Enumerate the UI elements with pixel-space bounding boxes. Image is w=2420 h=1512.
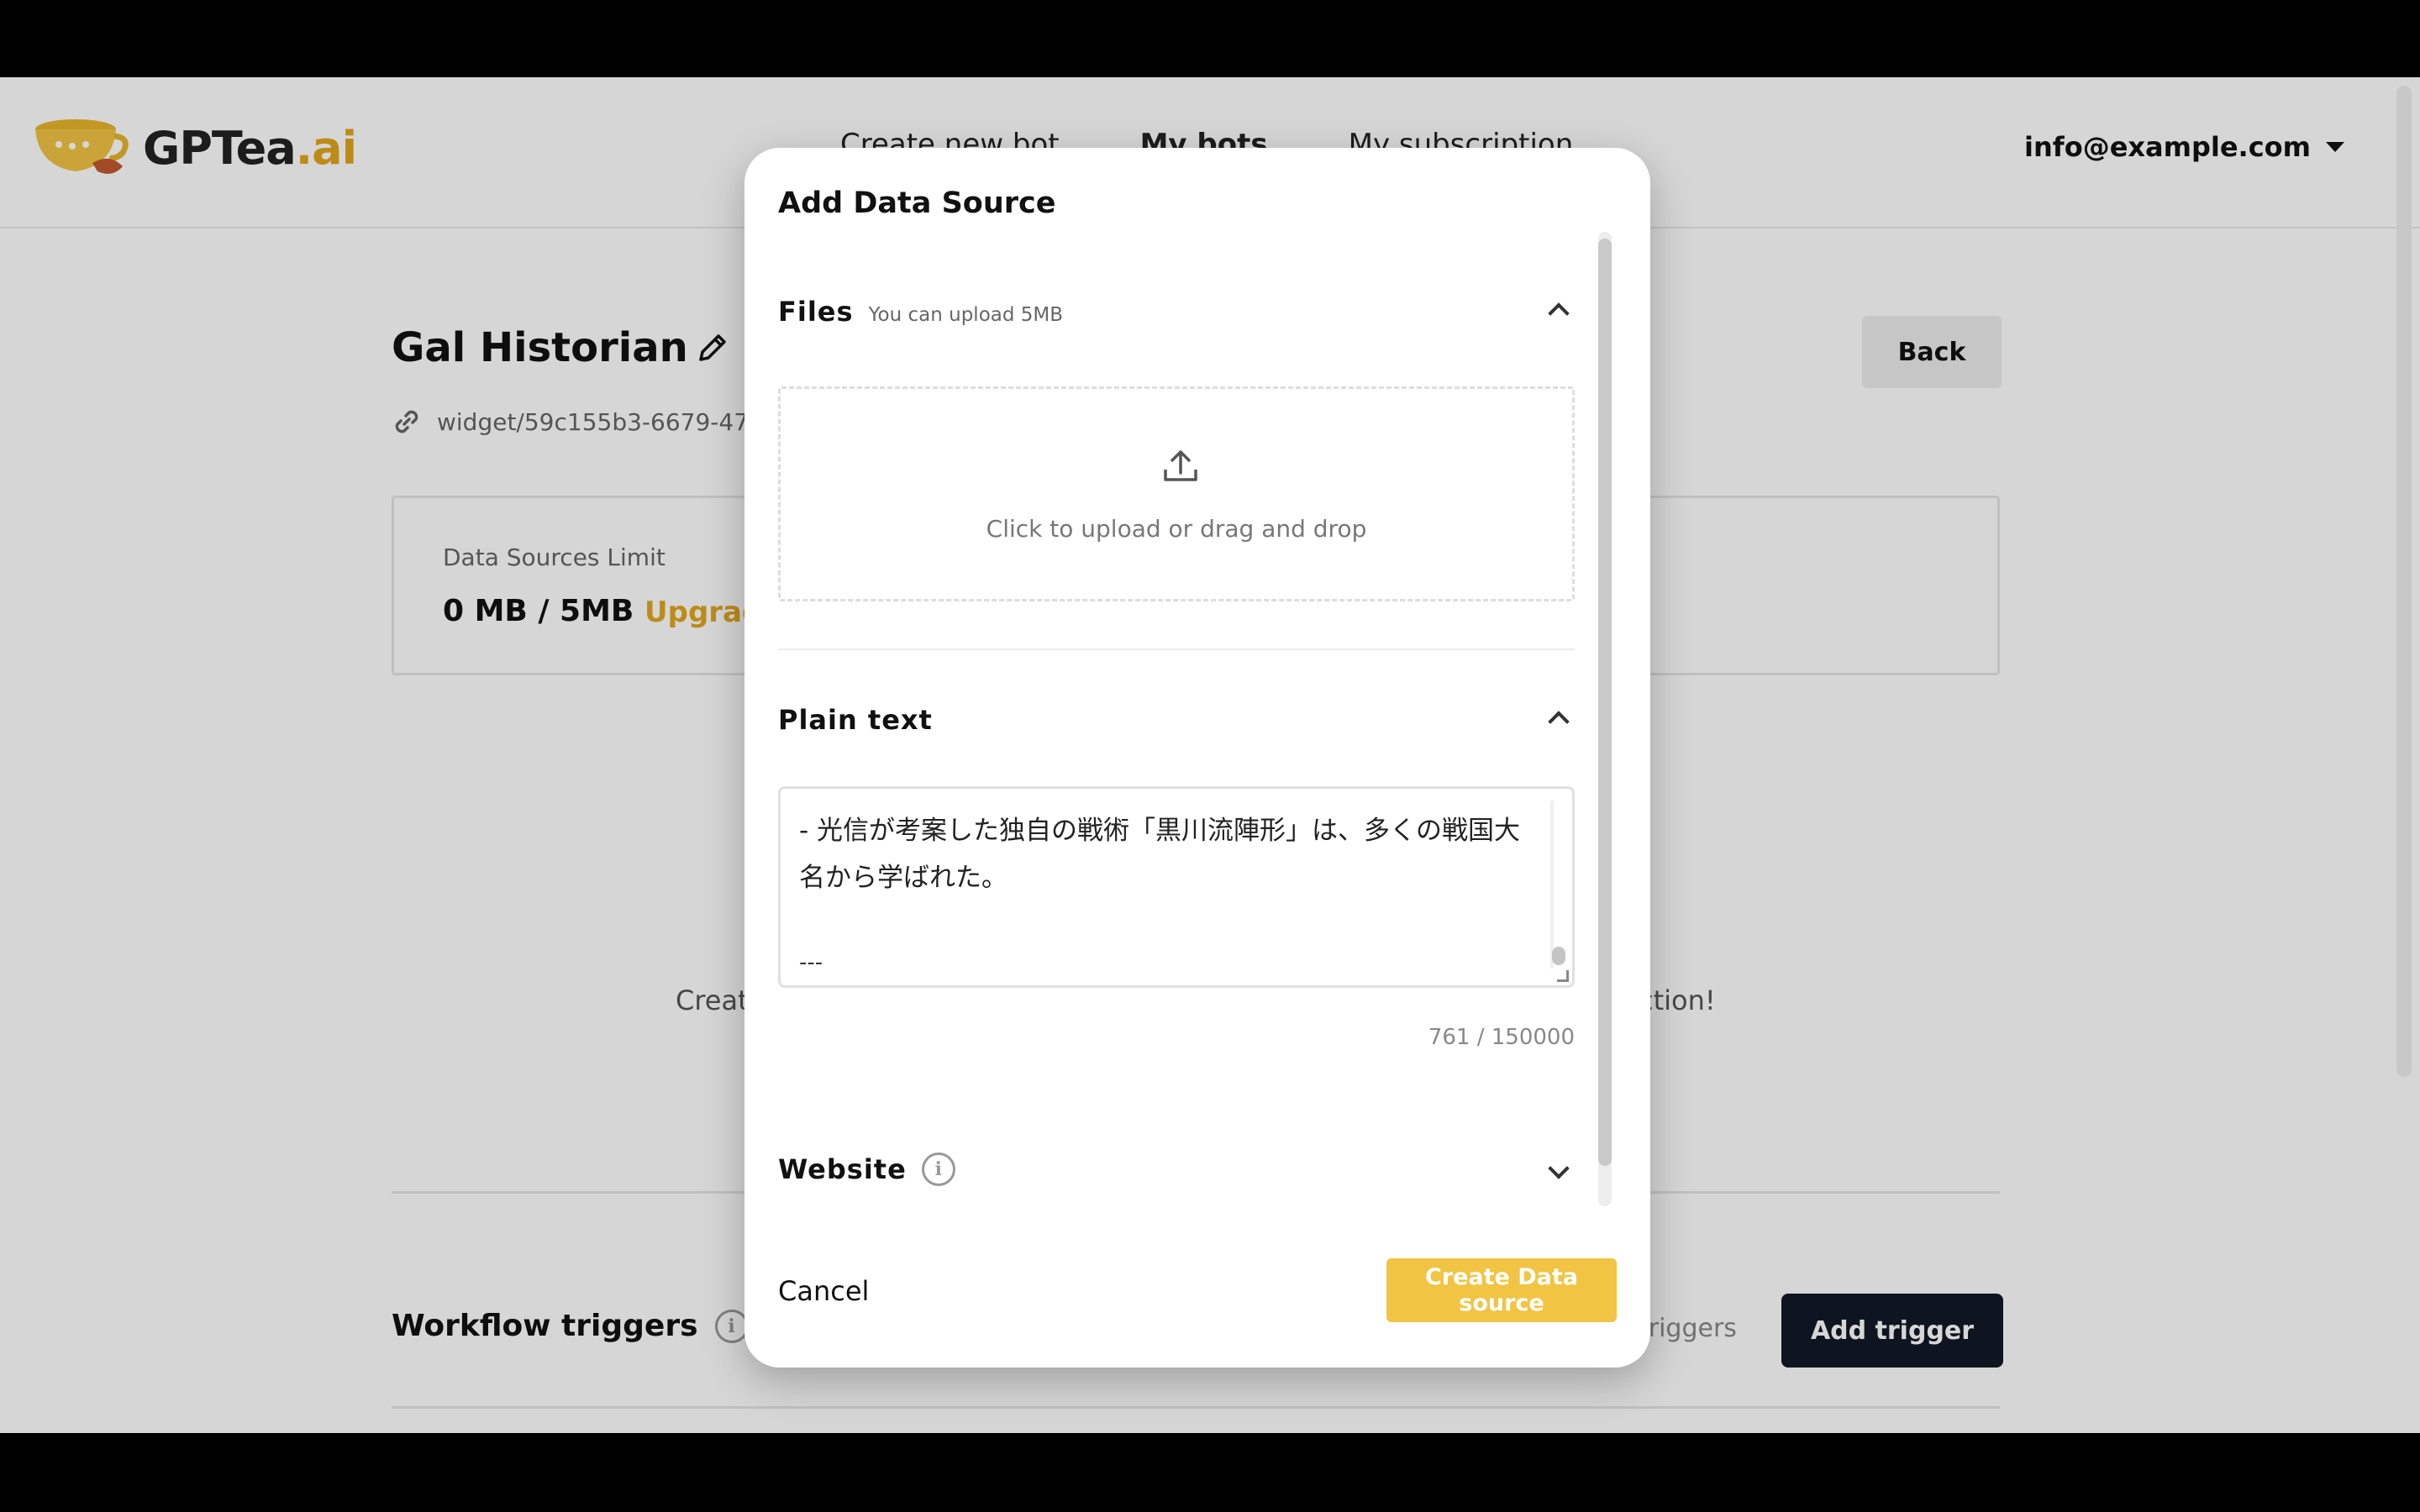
website-section-title: Website <box>778 1153 907 1185</box>
page-scrollbar[interactable] <box>2396 86 2412 1077</box>
modal-scrollbar-thumb[interactable] <box>1598 239 1612 1166</box>
character-counter: 761 / 150000 <box>1428 1025 1575 1050</box>
upload-icon <box>1164 450 1197 481</box>
files-section-header[interactable]: Files You can upload 5MB <box>778 296 1575 328</box>
plain-text-content: - 光信が考案した独自の戦術「黒川流陣形」は、多くの戦国大名から学ばれた。 <box>799 816 1521 893</box>
file-upload-dropzone[interactable]: Click to upload or drag and drop <box>778 386 1575 601</box>
plain-text-separator-line: --- <box>799 950 823 975</box>
cancel-button[interactable]: Cancel <box>778 1275 869 1307</box>
modal-scrollbar[interactable] <box>1598 232 1612 1206</box>
create-data-source-button[interactable]: Create Data source <box>1386 1258 1617 1322</box>
files-section-title: Files <box>778 296 854 328</box>
section-separator <box>778 648 1575 650</box>
files-upload-limit-note: You can upload 5MB <box>868 304 1064 326</box>
textarea-scroll-track[interactable] <box>1550 801 1554 969</box>
app-window: GPTea.ai Create new bot My bots My subsc… <box>0 77 2420 1433</box>
textarea-resize-handle[interactable] <box>1557 970 1569 982</box>
modal-title: Add Data Source <box>778 186 1056 220</box>
plain-text-section-header[interactable]: Plain text <box>778 704 1575 736</box>
upload-instructions: Click to upload or drag and drop <box>986 515 1367 543</box>
plain-text-textarea[interactable]: - 光信が考案した独自の戦術「黒川流陣形」は、多くの戦国大名から学ばれた。 --… <box>778 786 1575 988</box>
info-icon[interactable]: i <box>921 1152 955 1186</box>
add-data-source-modal: Add Data Source Files You can upload 5MB… <box>744 148 1650 1368</box>
plain-text-section-title: Plain text <box>778 704 933 736</box>
website-section-header[interactable]: Website i <box>778 1152 1575 1186</box>
textarea-scroll-thumb[interactable] <box>1552 947 1565 965</box>
